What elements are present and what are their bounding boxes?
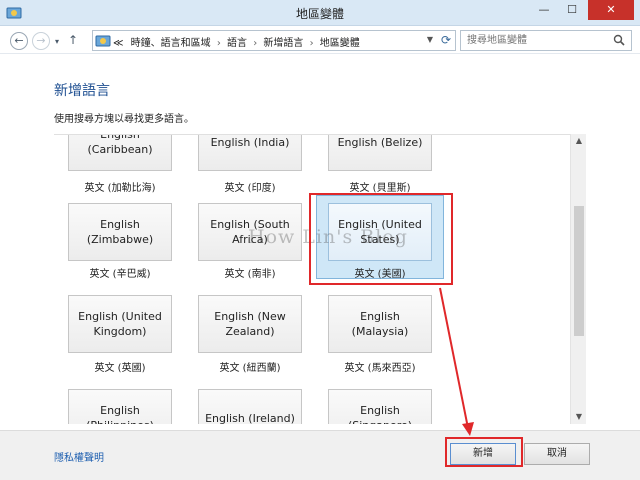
footer-bar: 隱私權聲明 新增 取消 [0, 430, 640, 480]
language-tile[interactable]: English (United Kingdom) [68, 295, 172, 353]
language-label: 英文 (馬來西亞) [344, 363, 416, 374]
address-dropdown-icon[interactable]: ▼ [427, 35, 433, 44]
language-label: 英文 (辛巴威) [89, 269, 151, 280]
language-tile[interactable]: English (South Africa) [198, 203, 302, 261]
recent-locations-dropdown[interactable]: ▾ [52, 34, 62, 52]
forward-button[interactable]: → [32, 32, 50, 50]
title-bar: 地區變體 — ☐ ✕ [0, 0, 640, 26]
minimize-button[interactable]: — [530, 0, 558, 20]
breadcrumb-item-regional-variants[interactable]: 地區變體 [320, 38, 360, 49]
language-label: 英文 (美國) [354, 269, 406, 280]
language-tile[interactable]: English (Malaysia) [328, 295, 432, 353]
breadcrumb-overflow[interactable]: ≪ [113, 38, 123, 49]
up-button[interactable]: ↑ [64, 32, 82, 50]
language-tile[interactable]: English (United States) [328, 203, 432, 261]
language-label: 英文 (英國) [94, 363, 146, 374]
language-label: 英文 (紐西蘭) [219, 363, 281, 374]
scroll-up-icon[interactable]: ▲ [571, 134, 587, 148]
language-label: 英文 (印度) [224, 183, 276, 194]
navigation-bar: ← → ▾ ↑ ≪ 時鐘、語言和區域 › 語言 › 新增語言 › 地區變體 ▼ … [0, 26, 640, 54]
instruction-text: 使用搜尋方塊以尋找更多語言。 [54, 114, 194, 125]
language-label: 英文 (加勒比海) [84, 183, 156, 194]
language-label: 英文 (南非) [224, 269, 276, 280]
search-icon[interactable] [613, 34, 625, 46]
search-box[interactable] [460, 30, 632, 51]
refresh-icon[interactable]: ⟳ [441, 33, 451, 47]
page-title: 新增語言 [54, 83, 110, 99]
breadcrumb: ≪ 時鐘、語言和區域 › 語言 › 新增語言 › 地區變體 [113, 34, 360, 49]
add-button[interactable]: 新增 [450, 443, 516, 465]
scroll-down-icon[interactable]: ▼ [571, 410, 587, 424]
language-tile[interactable]: English (New Zealand) [198, 295, 302, 353]
close-button[interactable]: ✕ [588, 0, 634, 20]
search-input[interactable] [461, 31, 609, 50]
breadcrumb-item-add-language[interactable]: 新增語言 [263, 38, 303, 49]
breadcrumb-item-clock-language-region[interactable]: 時鐘、語言和區域 [131, 38, 211, 49]
language-tile[interactable]: English (Belize) [328, 135, 432, 171]
language-tile[interactable]: English (Singapore) [328, 389, 432, 424]
language-tile[interactable]: English (Philippines) [68, 389, 172, 424]
language-variant-list: English (Caribbean) 英文 (加勒比海) English (I… [54, 134, 586, 424]
breadcrumb-separator: › [216, 38, 221, 49]
language-tile[interactable]: English (Caribbean) [68, 135, 172, 171]
breadcrumb-item-language[interactable]: 語言 [227, 38, 247, 49]
scrollbar-thumb[interactable] [574, 206, 584, 336]
vertical-scrollbar[interactable]: ▲ ▼ [570, 134, 586, 424]
breadcrumb-separator: › [253, 38, 258, 49]
language-label: 英文 (貝里斯) [349, 183, 411, 194]
address-bar[interactable]: ≪ 時鐘、語言和區域 › 語言 › 新增語言 › 地區變體 ▼ ⟳ [92, 30, 456, 51]
language-tile[interactable]: English (Zimbabwe) [68, 203, 172, 261]
maximize-button[interactable]: ☐ [558, 0, 586, 20]
language-tile[interactable]: English (India) [198, 135, 302, 171]
back-button[interactable]: ← [10, 32, 28, 50]
language-tile[interactable]: English (Ireland) [198, 389, 302, 424]
privacy-statement-link[interactable]: 隱私權聲明 [54, 449, 104, 464]
cancel-button[interactable]: 取消 [524, 443, 590, 465]
control-panel-icon [95, 35, 111, 47]
breadcrumb-separator: › [309, 38, 314, 49]
